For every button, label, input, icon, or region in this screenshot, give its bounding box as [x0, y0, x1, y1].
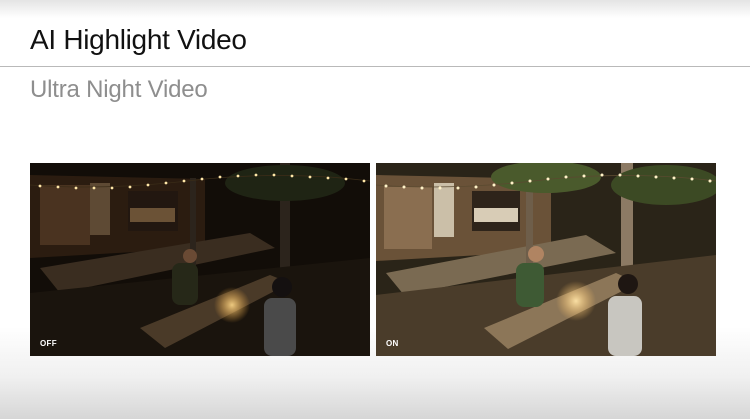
comparison-image-on: ON [376, 163, 716, 356]
night-scene-off [30, 163, 370, 356]
top-shadow [0, 0, 750, 18]
title-divider [0, 66, 750, 67]
comparison-image-off: OFF [30, 163, 370, 356]
on-label: ON [386, 339, 399, 348]
off-label: OFF [40, 339, 57, 348]
slide-title: AI Highlight Video [30, 24, 247, 55]
slide: AI Highlight Video Ultra Night Video OFF… [0, 0, 750, 419]
night-scene-on [376, 163, 716, 356]
slide-subtitle: Ultra Night Video [30, 76, 208, 103]
